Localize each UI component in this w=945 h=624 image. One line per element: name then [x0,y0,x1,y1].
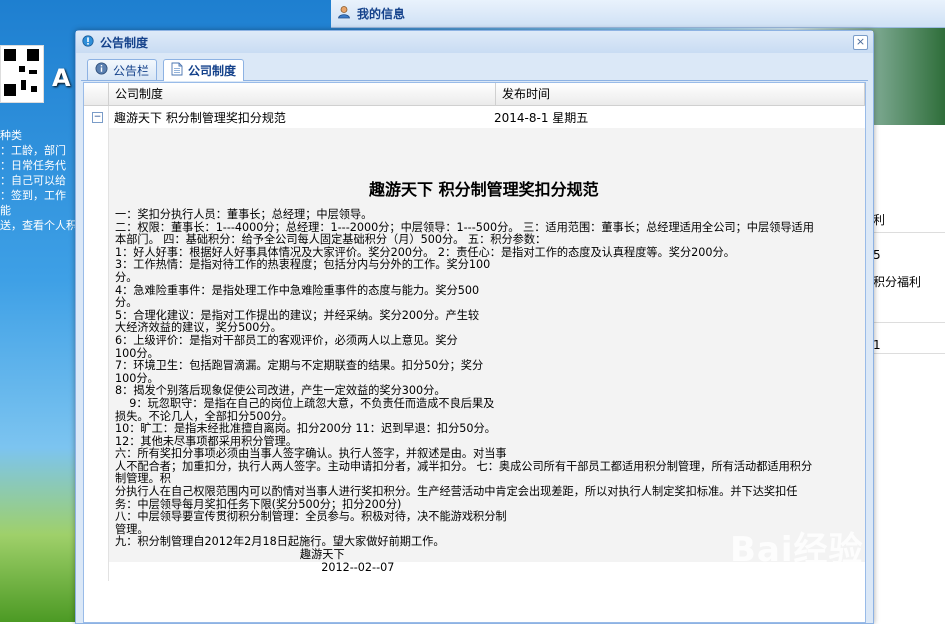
document-line: 4：急难险重事件：是指处理工作中急难险重事件的态度与能力。奖分500 [115,283,480,297]
panel-divider [871,353,945,354]
close-button[interactable]: × [853,35,868,50]
panel-text-fragment: 积分福利 [873,275,922,289]
side-line: 种类 [0,129,22,142]
notice-icon [82,34,94,50]
info-icon [95,62,108,78]
watermark-url: jingyan.baidu.com [730,569,849,582]
tab-strip: 公告栏 公司制度 [81,56,868,81]
side-line: 能 [0,204,11,217]
side-line: 送，查看个人积分 [0,219,80,232]
document-title: 趣游天下 积分制管理奖扣分规范 [369,180,599,199]
column-header-publish-time[interactable]: 发布时间 [496,83,865,105]
window-titlebar[interactable]: 公告制度 [76,31,873,53]
tab-label: 公司制度 [188,64,237,78]
user-icon [337,5,351,22]
side-line: ：日常任务代 [0,159,66,172]
row-policy-title: 趣游天下 积分制管理奖扣分规范 [114,110,286,125]
qr-code-image [0,45,44,103]
baidu-jingyan-watermark: Bai经验 jingyan.baidu.com [730,522,864,582]
document-line: 分。 [115,270,138,284]
row-publish-date: 2014-8-1 星期五 [494,110,589,125]
document-line: 分执行人在自己权限范围内可以酌情对当事人进行奖扣积分。生产经营活动中肯定会出现差… [115,485,798,499]
document-body: 一：奖扣分执行人员：董事长；总经理；中层领导。 二：权限：董事长：1---4000… [115,208,865,574]
app-logo-letter: A [52,64,71,92]
row-detail-panel: 趣游天下 积分制管理奖扣分规范 一：奖扣分执行人员：董事长；总经理；中层领导。二… [108,128,865,573]
my-info-header: 我的信息 [331,0,945,28]
tab-label: 公告栏 [113,63,150,78]
panel-divider [871,232,945,233]
panel-text-fragment: 1 [873,338,881,352]
side-line: ：签到，工作 [0,189,66,202]
desktop-side-text: 种类 ：工龄，部门 ：日常任务代 ：自己可以给 ：签到，工作 能 送，查看个人积… [0,128,80,233]
panel-divider [871,322,945,323]
document-icon [171,62,183,79]
collapse-toggle[interactable]: − [92,111,103,123]
panel-text-fragment: 利 [873,213,886,227]
document-line: 6：上级评价：是指对干部员工的客观评价，必须两人以上意见。奖分 [115,333,458,347]
table-row[interactable]: − 趣游天下 积分制管理奖扣分规范 2014-8-1 星期五 [84,106,865,128]
side-line: ：自己可以给 [0,174,66,187]
document-line: 人不配合者；加重扣分，执行人两人签字。主动申请扣分者，减半扣分。 七：奥成公司所… [115,459,813,473]
column-header-policy[interactable]: 公司制度 [109,83,496,105]
my-info-title: 我的信息 [357,7,406,21]
document-line: 六：所有奖扣分事项必须由当事人签字确认。执行人签字，并叙述是由。对当事 [115,447,507,461]
document-line: 一：奖扣分执行人员：董事长；总经理；中层领导。 [115,208,373,221]
watermark-logo: Bai经验 [730,530,864,570]
document-line: 本部门。 四：基础积分：给予全公司每人固定基础积分（月）500分。 五：积分参数… [115,233,547,247]
document-line: 9：玩忽职守：是指在自己的岗位上疏忽大意，不负责任而造成不良后果及 [115,396,495,410]
grid-header: 公司制度 发布时间 [84,83,865,106]
document-line: 3：工作热情：是指对待工作的热衷程度；包括分内与分外的工作。奖分100 [115,258,491,272]
panel-text-fragment: 5 [873,248,881,262]
side-line: ：工龄，部门 [0,144,66,157]
window-title: 公告制度 [100,35,149,50]
document-line: 10：旷工：是指未经批准擅自离岗。扣分200分 11：迟到早退：扣分50分。 [115,422,496,436]
tab-notice-board[interactable]: 公告栏 [87,59,158,80]
grid-header-spacer [84,83,109,105]
document-line: 分。 [115,296,138,310]
document-line: 7：环境卫生：包括跑冒滴漏。定期与不定期联查的结果。扣分50分；奖分 [115,359,484,373]
tab-company-policy[interactable]: 公司制度 [163,59,245,81]
